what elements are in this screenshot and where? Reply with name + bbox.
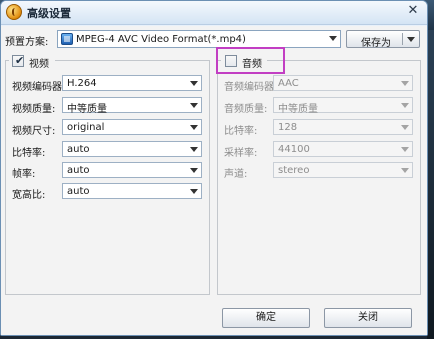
video-aspect-label: 宽高比: (12, 190, 46, 201)
video-format-icon (61, 33, 73, 45)
audio-samplerate-value: 44100 (278, 144, 310, 155)
audio-encoder-value: AAC (278, 78, 299, 89)
chevron-down-icon[interactable] (407, 37, 415, 42)
chevron-down-icon (190, 189, 198, 194)
check-icon: ✔ (15, 54, 25, 67)
video-group-title: 视频 (29, 59, 49, 70)
audio-channels-select[interactable]: stereo (273, 162, 413, 178)
close-button-label: 关闭 (358, 312, 378, 323)
audio-encoder-select[interactable]: AAC (273, 75, 413, 91)
video-encoder-select[interactable]: H.264 (62, 75, 202, 91)
audio-bitrate-label: 比特率: (224, 126, 258, 137)
save-as-label: 保存为 (361, 38, 391, 49)
video-group-header: ✔ 视频 (9, 54, 55, 70)
chevron-down-icon (401, 103, 409, 108)
video-encoder-value: H.264 (67, 78, 97, 89)
chevron-down-icon (329, 36, 337, 41)
chevron-down-icon (190, 81, 198, 86)
ok-button-label: 确定 (256, 312, 276, 323)
chevron-down-icon (401, 81, 409, 86)
chevron-down-icon (190, 103, 198, 108)
ok-button[interactable]: 确定 (222, 308, 310, 328)
audio-bitrate-value: 128 (278, 122, 298, 133)
video-size-label: 视频尺寸: (12, 126, 56, 137)
highlight-annotation (216, 47, 285, 74)
audio-samplerate-select[interactable]: 44100 (273, 141, 413, 157)
video-bitrate-select[interactable]: auto (62, 141, 202, 157)
audio-quality-select[interactable]: 中等质量 (273, 97, 413, 115)
chevron-down-icon (190, 125, 198, 130)
video-framerate-value: auto (67, 165, 90, 176)
chevron-down-icon (190, 147, 198, 152)
audio-quality-label: 音频质量: (224, 104, 268, 115)
save-as-button[interactable]: 保存为 (346, 30, 420, 49)
video-size-select[interactable]: original (62, 119, 202, 135)
audio-bitrate-select[interactable]: 128 (273, 119, 413, 135)
video-enable-checkbox[interactable]: ✔ (12, 55, 24, 67)
chevron-down-icon (401, 147, 409, 152)
video-quality-value: 中等质量 (67, 104, 107, 115)
audio-samplerate-label: 采样率: (224, 148, 258, 159)
audio-channels-label: 声道: (224, 169, 248, 180)
audio-encoder-label: 音频编码器: (224, 82, 278, 93)
preset-select[interactable]: MPEG-4 AVC Video Format(*.mp4) (57, 30, 341, 48)
video-framerate-label: 帧率: (12, 169, 36, 180)
window-title: 高级设置 (27, 7, 71, 20)
chevron-down-icon (190, 168, 198, 173)
video-size-value: original (67, 122, 105, 133)
video-aspect-value: auto (67, 186, 90, 197)
app-logo-icon (6, 4, 22, 20)
video-quality-select[interactable]: 中等质量 (62, 97, 202, 115)
video-encoder-label: 视频编码器: (12, 82, 66, 93)
chevron-down-icon (401, 125, 409, 130)
video-aspect-select[interactable]: auto (62, 183, 202, 199)
close-button[interactable]: 关闭 (324, 308, 412, 328)
audio-channels-value: stereo (278, 165, 310, 176)
chevron-down-icon (401, 168, 409, 173)
save-as-divider (402, 33, 403, 45)
preset-label: 预置方案: (5, 37, 49, 48)
video-bitrate-value: auto (67, 144, 90, 155)
audio-quality-value: 中等质量 (278, 104, 318, 115)
desktop-background-right (427, 30, 434, 339)
preset-value: MPEG-4 AVC Video Format(*.mp4) (76, 34, 246, 45)
close-window-button[interactable]: ✕ (402, 2, 424, 20)
video-framerate-select[interactable]: auto (62, 162, 202, 178)
video-bitrate-label: 比特率: (12, 148, 46, 159)
video-quality-label: 视频质量: (12, 104, 56, 115)
